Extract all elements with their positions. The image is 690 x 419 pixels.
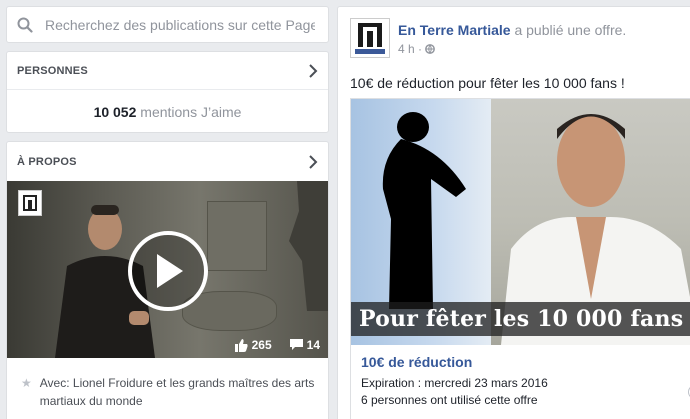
page-name-link[interactable]: En Terre Martiale	[398, 22, 511, 38]
post-time[interactable]: 4 h ·	[398, 42, 422, 56]
search-input[interactable]	[45, 16, 315, 33]
search-icon	[17, 17, 33, 33]
people-title: PERSONNES	[17, 64, 88, 77]
page-search-box[interactable]	[6, 6, 329, 43]
globe-icon	[425, 44, 435, 54]
about-section: À PROPOS 265 14 ★ Avec: Lionel Froidure …	[6, 141, 329, 419]
comment-icon	[289, 339, 303, 350]
likes-label: mentions J’aime	[140, 104, 242, 120]
page-avatar[interactable]	[350, 18, 390, 58]
about-title: À PROPOS	[17, 155, 77, 168]
offer-banner: Pour fêter les 10 000 fans de	[351, 302, 690, 336]
stone-wall	[207, 201, 267, 271]
offer-image[interactable]: Pour fêter les 10 000 fans de	[351, 99, 690, 345]
post-time-line: 4 h ·	[398, 42, 626, 56]
thumbs-up-icon	[234, 338, 248, 352]
offer-usage: 6 personnes ont utilisé cette offre	[361, 393, 538, 407]
post-header: En Terre Martiale a publié une offre. 4 …	[338, 7, 690, 58]
statue-silhouette	[289, 181, 328, 311]
about-header[interactable]: À PROPOS	[7, 142, 328, 181]
offer-expiration: Expiration : mercredi 23 mars 2016	[361, 376, 548, 390]
martial-logo-icon	[23, 195, 37, 211]
post-text: 10€ de réduction pour fêter les 10 000 f…	[350, 75, 625, 91]
offer-banner-text: Pour fêter les 10 000 fans de	[359, 306, 690, 332]
chevron-right-icon[interactable]	[308, 154, 318, 169]
video-comment-count: 14	[306, 338, 320, 352]
likes-count: 10 052	[93, 104, 137, 120]
channel-logo	[18, 190, 42, 216]
offer-info: 10€ de réduction Expiration : mercredi 2…	[351, 345, 690, 407]
bowing-silhouette	[382, 112, 466, 309]
video-like-count: 265	[251, 338, 272, 352]
star-icon: ★	[21, 376, 32, 390]
offer-post: En Terre Martiale a publié une offre. 4 …	[337, 6, 690, 419]
people-header[interactable]: PERSONNES	[7, 52, 328, 90]
offer-title[interactable]: 10€ de réduction	[361, 354, 690, 370]
chevron-right-icon[interactable]	[308, 63, 318, 78]
likes-summary: 10 052 mentions J’aime	[7, 90, 328, 120]
about-caption: ★ Avec: Lionel Froidure et les grands ma…	[7, 358, 328, 410]
post-action: a publié une offre.	[510, 22, 627, 38]
caption-text: Avec: Lionel Froidure et les grands maît…	[39, 376, 315, 408]
offer-attachment[interactable]: Pour fêter les 10 000 fans de 10€ de réd…	[350, 98, 690, 419]
post-meta: En Terre Martiale a publié une offre. 4 …	[398, 18, 626, 58]
people-section: PERSONNES 10 052 mentions J’aime	[6, 51, 329, 133]
about-video[interactable]: 265 14	[7, 181, 328, 358]
martial-logo-icon	[355, 23, 385, 54]
post-author-line: En Terre Martiale a publié une offre.	[398, 22, 626, 38]
play-button[interactable]	[128, 231, 208, 311]
play-icon	[157, 254, 183, 288]
video-stats: 265 14	[234, 332, 328, 358]
